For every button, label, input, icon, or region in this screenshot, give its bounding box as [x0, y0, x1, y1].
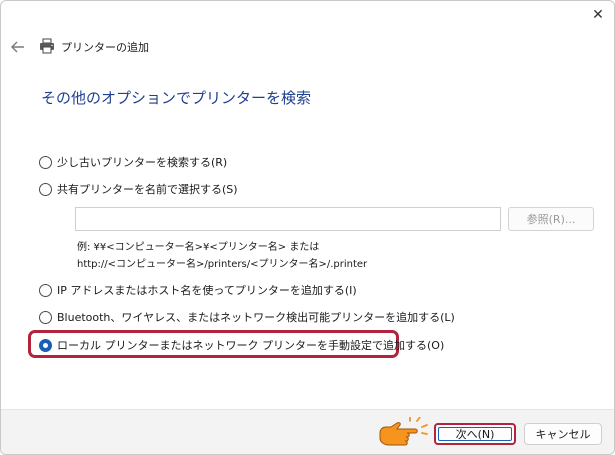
- option-label: 少し古いプリンターを検索する(R): [57, 156, 228, 169]
- option-label: ローカル プリンターまたはネットワーク プリンターを手動設定で追加する(O): [57, 339, 445, 352]
- page-heading: その他のオプションでプリンターを検索: [41, 89, 312, 107]
- option-add-by-ip-address[interactable]: IP アドレスまたはホスト名を使ってプリンターを追加する(I): [39, 282, 357, 298]
- option-shared-printer-by-name[interactable]: 共有プリンターを名前で選択する(S): [39, 181, 238, 197]
- browse-button[interactable]: 参照(R)...: [508, 207, 594, 231]
- pointing-hand-icon: [379, 417, 428, 446]
- back-arrow-icon: [11, 41, 24, 53]
- next-button-label: 次へ(N): [455, 428, 495, 441]
- option-add-local-manual[interactable]: ローカル プリンターまたはネットワーク プリンターを手動設定で追加する(O): [39, 337, 444, 353]
- cancel-button-label: キャンセル: [535, 428, 591, 441]
- next-button[interactable]: 次へ(N): [434, 423, 516, 445]
- printer-icon: [40, 38, 54, 54]
- footer-bar: [1, 409, 614, 454]
- option-find-older-printer[interactable]: 少し古いプリンターを検索する(R): [39, 154, 227, 170]
- option-label: Bluetooth、ワイヤレス、またはネットワーク検出可能プリンターを追加する(…: [57, 311, 455, 324]
- back-button[interactable]: [9, 38, 27, 56]
- shared-printer-name-input[interactable]: [75, 207, 501, 231]
- radio-find-older-printer[interactable]: [39, 155, 52, 169]
- cancel-button[interactable]: キャンセル: [524, 423, 602, 445]
- example-text-line2: http://<コンピューター名>/printers/<プリンター名>/.pri…: [77, 259, 368, 270]
- close-icon: ✕: [592, 7, 604, 23]
- radio-add-bluetooth-wireless[interactable]: [39, 310, 52, 324]
- option-label: IP アドレスまたはホスト名を使ってプリンターを追加する(I): [57, 284, 357, 297]
- radio-add-by-ip-address[interactable]: [39, 283, 52, 297]
- example-text-line1: 例: ¥¥<コンピューター名>¥<プリンター名> または: [77, 242, 320, 253]
- window-title: プリンターの追加: [61, 41, 149, 54]
- option-add-bluetooth-wireless[interactable]: Bluetooth、ワイヤレス、またはネットワーク検出可能プリンターを追加する(…: [39, 309, 455, 325]
- add-printer-window: ✕ プリンターの追加 その他のオプションでプリンターを検索 少し古いプリンターを…: [0, 0, 615, 455]
- option-label: 共有プリンターを名前で選択する(S): [57, 183, 238, 196]
- radio-shared-printer-by-name[interactable]: [39, 182, 52, 196]
- radio-add-local-manual[interactable]: [39, 338, 52, 352]
- close-button[interactable]: ✕: [585, 4, 611, 26]
